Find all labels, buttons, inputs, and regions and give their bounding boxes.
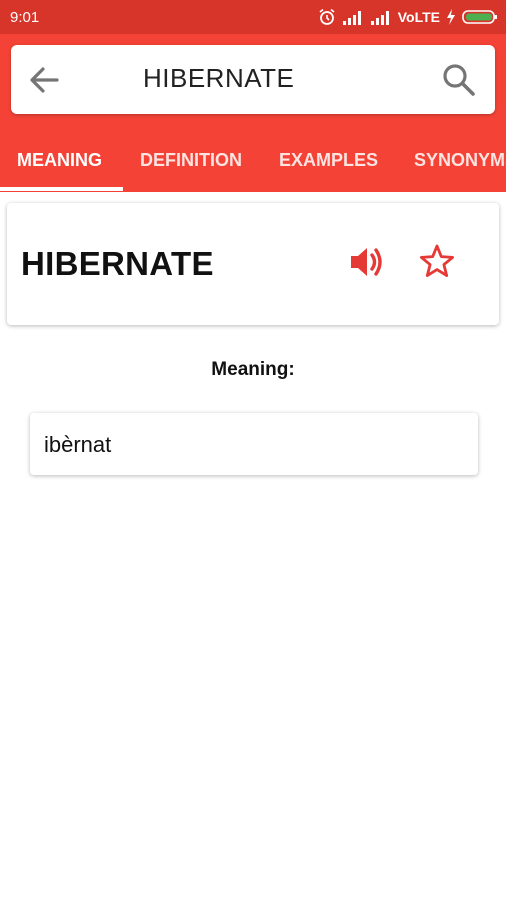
search-input[interactable]: HIBERNATE <box>143 63 294 94</box>
word-title: HIBERNATE <box>21 245 214 282</box>
meaning-label: Meaning: <box>211 359 295 380</box>
status-time: 9:01 <box>10 9 40 26</box>
signal-icon <box>342 11 361 25</box>
status-bar: 9:01 VoLTE <box>0 0 506 34</box>
speaker-icon[interactable] <box>347 242 387 282</box>
network-type: VoLTE <box>397 9 440 25</box>
tab-definition[interactable]: DEFINITION <box>140 150 242 171</box>
tab-indicator <box>0 187 123 191</box>
search-bar[interactable]: HIBERNATE <box>11 45 495 114</box>
back-arrow-icon[interactable] <box>27 63 61 97</box>
tab-meaning[interactable]: MEANING <box>17 150 102 171</box>
tab-examples[interactable]: EXAMPLES <box>279 150 378 171</box>
battery-icon <box>462 10 497 24</box>
tab-bar: MEANING DEFINITION EXAMPLES SYNONYMS <box>0 134 506 192</box>
search-icon[interactable] <box>441 62 477 98</box>
status-icons: VoLTE <box>318 7 498 27</box>
signal-icon <box>370 11 389 25</box>
star-icon[interactable] <box>417 242 457 282</box>
meaning-text: ibèrnat <box>44 432 112 457</box>
charging-icon <box>447 9 455 25</box>
alarm-icon <box>319 8 335 25</box>
word-card: HIBERNATE <box>7 203 499 325</box>
app-bar: HIBERNATE MEANING DEFINITION EXAMPLES SY… <box>0 34 506 192</box>
meaning-card: ibèrnat <box>30 413 478 475</box>
tab-synonyms[interactable]: SYNONYMS <box>414 150 506 171</box>
